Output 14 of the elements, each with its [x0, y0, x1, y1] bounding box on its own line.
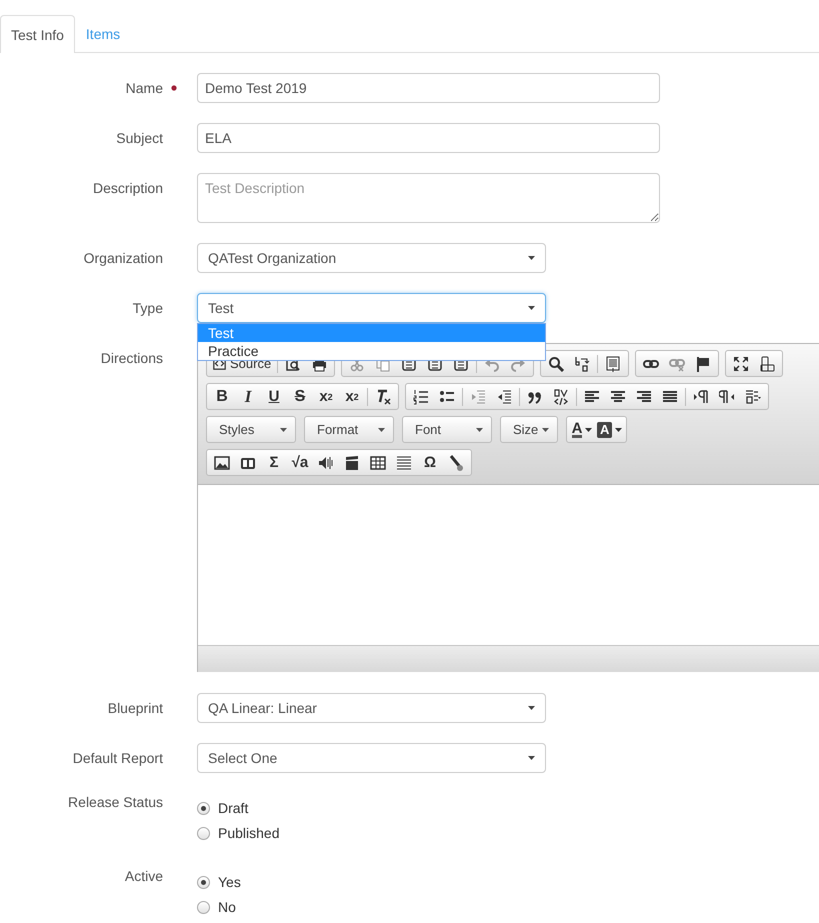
radio-label: Yes: [218, 874, 241, 890]
field-label: Name: [126, 80, 163, 96]
radio-label: No: [218, 899, 236, 915]
field-label: Type: [132, 300, 163, 316]
field-label: Organization: [84, 250, 163, 266]
radio-label: Published: [218, 825, 280, 841]
field-label: Subject: [116, 130, 163, 146]
field-label: Default Report: [72, 750, 163, 766]
field-label: Description: [92, 180, 163, 196]
field-label: Directions: [100, 350, 163, 366]
field-label: Blueprint: [108, 700, 163, 716]
field-label: Release Status: [68, 794, 163, 810]
radio-label: Draft: [218, 800, 248, 816]
field-label: Active: [124, 868, 163, 884]
